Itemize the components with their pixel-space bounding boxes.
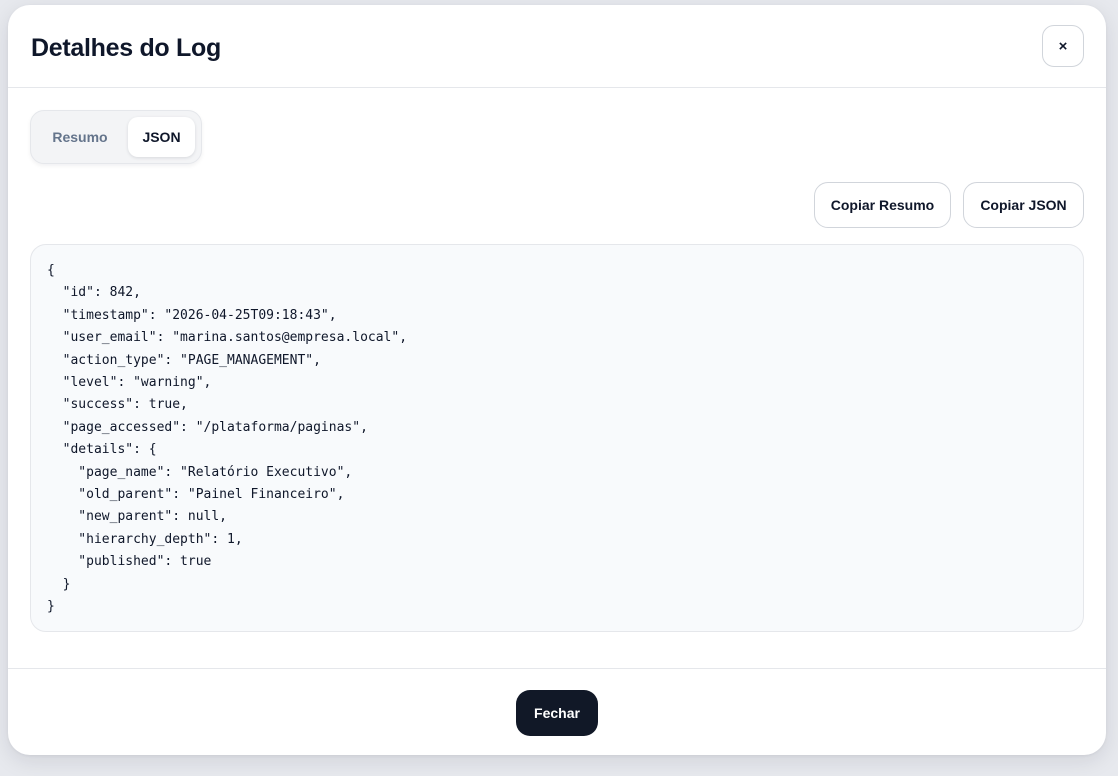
json-panel: { "id": 842, "timestamp": "2026-04-25T09…	[30, 244, 1084, 632]
close-button[interactable]: ×	[1042, 25, 1084, 67]
close-footer-button[interactable]: Fechar	[516, 690, 598, 736]
copy-json-button[interactable]: Copiar JSON	[963, 182, 1084, 228]
view-tabs: Resumo JSON	[30, 110, 202, 164]
copy-summary-button[interactable]: Copiar Resumo	[814, 182, 951, 228]
close-icon: ×	[1058, 37, 1068, 55]
modal-footer: Fechar	[8, 668, 1106, 755]
tab-resumo[interactable]: Resumo	[39, 117, 121, 157]
modal-header: Detalhes do Log ×	[8, 5, 1106, 88]
json-content: { "id": 842, "timestamp": "2026-04-25T09…	[47, 263, 408, 615]
tab-json[interactable]: JSON	[128, 117, 195, 157]
log-details-modal: Detalhes do Log × Resumo JSON Copiar Res…	[8, 5, 1106, 755]
modal-title: Detalhes do Log	[31, 34, 221, 62]
